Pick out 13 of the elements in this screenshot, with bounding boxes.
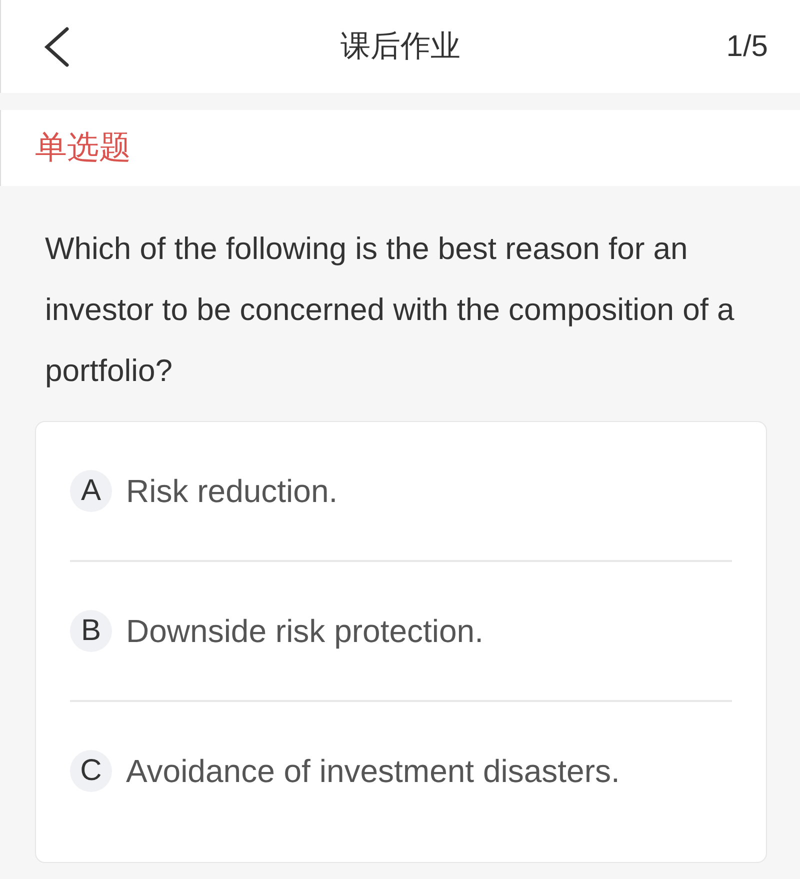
question-type-label: 单选题 xyxy=(35,128,131,167)
option-letter: C xyxy=(70,750,112,792)
question-counter: 1/5 xyxy=(726,30,768,64)
answer-option[interactable]: B Downside risk protection. xyxy=(70,562,732,702)
answer-option[interactable]: A Risk reduction. xyxy=(70,422,732,562)
option-text: Downside risk protection. xyxy=(126,612,484,650)
option-text: Risk reduction. xyxy=(126,472,338,510)
page-title: 课后作业 xyxy=(340,30,460,63)
option-letter: A xyxy=(70,470,112,512)
question-text: Which of the following is the best reason for an investor to be concerned with the composition of a portfolio? xyxy=(45,230,736,390)
option-letter: B xyxy=(70,610,112,652)
answer-option[interactable]: C Avoidance of investment disasters. xyxy=(70,702,732,840)
option-text: Avoidance of investment disasters. xyxy=(126,752,620,790)
